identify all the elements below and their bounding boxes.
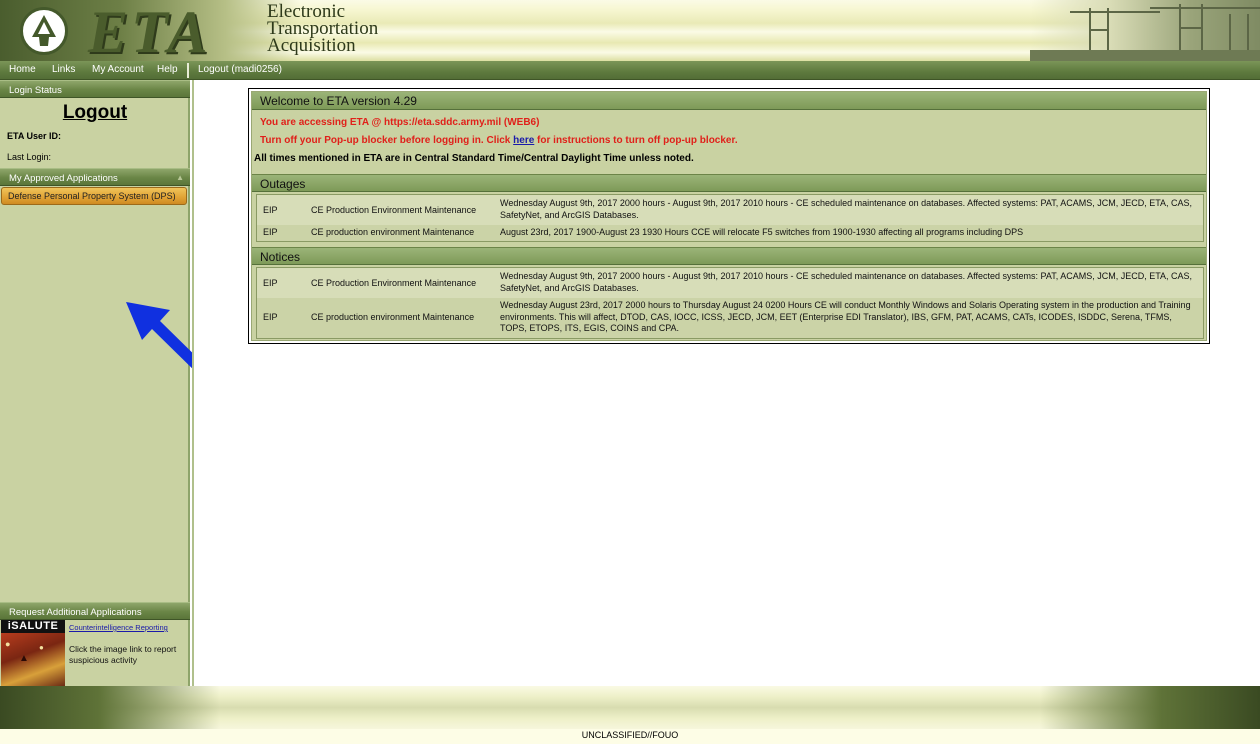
popup-instructions-link[interactable]: here [513,135,534,146]
row-name: CE production environment Maintenance [311,312,475,322]
notices-header: Notices [252,247,1206,265]
classification-label: UNCLASSIFIED//FOUO [581,730,679,740]
welcome-panel: Welcome to ETA version 4.29 You are acce… [248,88,1210,344]
left-sidebar: Login Status Logout ETA User ID: Last Lo… [0,80,212,686]
row-detail: August 23rd, 2017 1900-August 23 1930 Ho… [500,227,1024,237]
table-row: EIP CE Production Environment Maintenanc… [257,198,1203,224]
welcome-title: Welcome to ETA version 4.29 [252,92,1206,110]
outages-table: EIP CE Production Environment Maintenanc… [256,194,1204,242]
outages-header: Outages [252,174,1206,192]
row-name: CE Production Environment Maintenance [311,205,477,215]
last-login-label: Last Login: [7,152,52,162]
approved-apps-title: My Approved Applications [9,173,118,184]
request-apps-header[interactable]: Request Additional Applications [0,602,190,620]
port-cranes-image [1030,0,1260,61]
table-row: EIP CE production environment Maintenanc… [257,298,1203,338]
eta-arrow-logo-icon [20,7,68,55]
access-message: You are accessing ETA @ https://eta.sddc… [260,117,540,128]
header-banner: ETA Electronic Transportation Acquisitio… [0,0,1260,61]
welcome-panel-inner: Welcome to ETA version 4.29 You are acce… [251,91,1207,341]
popup-msg-before: Turn off your Pop-up blocker before logg… [260,135,514,146]
nav-home-link[interactable]: Home [9,64,36,75]
login-status-header: Login Status [0,80,190,98]
row-detail: Wednesday August 9th, 2017 2000 hours - … [500,271,1193,293]
nav-logout-link[interactable]: Logout (madi0256) [198,64,282,75]
eta-user-id-label: ETA User ID: [7,131,62,141]
footer-right-shade [1040,686,1260,729]
eta-logo-text: ETA [88,0,211,61]
table-row: EIP CE production environment Maintenanc… [257,225,1203,241]
collapse-icon[interactable]: ▲ [176,173,184,182]
approved-apps-header: My Approved Applications ▲ [0,168,190,186]
isalute-box: iSALUTE ● ▲ ● Counterintelligence Report… [1,620,189,686]
nav-help-link[interactable]: Help [157,64,178,75]
subtitle-line: Acquisition [267,35,356,56]
counterintelligence-reporting-link[interactable]: Counterintelligence Reporting [69,623,168,632]
nav-my-account-link[interactable]: My Account [92,64,144,75]
app-item-dps[interactable]: Defense Personal Property System (DPS) [1,187,187,205]
table-row: EIP CE Production Environment Maintenanc… [257,271,1203,297]
main-content: Welcome to ETA version 4.29 You are acce… [192,80,1260,686]
footer-left-shade [0,686,220,729]
nav-links-link[interactable]: Links [52,64,75,75]
classification-bar: UNCLASSIFIED//FOUO [0,729,1260,744]
time-zone-notice: All times mentioned in ETA are in Centra… [254,153,694,164]
row-code: EIP [263,278,278,288]
nav-divider [187,63,189,78]
popup-blocker-message: Turn off your Pop-up blocker before logg… [260,135,738,146]
row-code: EIP [263,205,278,215]
eta-logo-subtitle: Electronic Transportation Acquisition [267,2,378,56]
isalute-badge: iSALUTE [1,620,65,633]
row-name: CE Production Environment Maintenance [311,278,477,288]
isalute-image[interactable]: iSALUTE ● ▲ ● [1,620,65,686]
row-name: CE production environment Maintenance [311,227,475,237]
popup-msg-after: for instructions to turn off pop-up bloc… [534,135,738,146]
row-code: EIP [263,312,278,322]
top-nav-bar: Home Links My Account Help Logout (madi0… [0,61,1260,80]
row-detail: Wednesday August 23rd, 2017 2000 hours t… [500,300,1191,333]
row-code: EIP [263,227,278,237]
logout-link[interactable]: Logout [0,102,190,124]
isalute-description: Click the image link to report suspiciou… [69,644,177,665]
row-detail: Wednesday August 9th, 2017 2000 hours - … [500,198,1193,220]
isalute-poster-image: ● ▲ ● [1,633,65,686]
footer-banner [0,686,1260,729]
notices-table: EIP CE Production Environment Maintenanc… [256,267,1204,339]
